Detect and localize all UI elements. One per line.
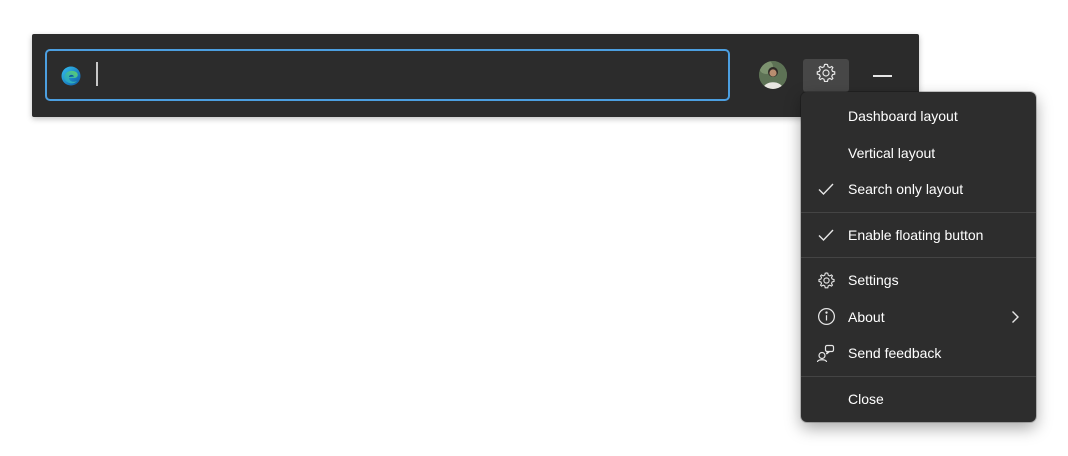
menu-item-dashboard-layout[interactable]: Dashboard layout <box>801 98 1036 135</box>
menu-item-send-feedback[interactable]: Send feedback <box>801 335 1036 372</box>
minimize-icon <box>872 74 892 77</box>
feedback-icon <box>815 342 837 364</box>
menu-item-label: Search only layout <box>848 181 964 198</box>
app-stage: Dashboard layout Vertical layout Search … <box>0 0 1068 456</box>
menu-item-settings[interactable]: Settings <box>801 262 1036 299</box>
checkmark-icon <box>815 224 837 246</box>
menu-item-label: Close <box>848 390 884 407</box>
edge-logo-icon <box>61 66 81 86</box>
menu-item-search-only-layout[interactable]: Search only layout <box>801 171 1036 208</box>
text-caret <box>96 62 98 86</box>
menu-divider <box>801 375 1036 377</box>
avatar[interactable] <box>759 61 787 89</box>
gear-icon <box>815 62 837 89</box>
settings-menu: Dashboard layout Vertical layout Search … <box>801 92 1036 422</box>
minimize-button[interactable] <box>862 59 902 92</box>
search-input[interactable] <box>93 59 717 93</box>
menu-item-label: Enable floating button <box>848 226 984 243</box>
info-icon <box>815 306 837 328</box>
menu-item-close[interactable]: Close <box>801 381 1036 418</box>
chevron-right-icon <box>1008 310 1022 324</box>
menu-item-label: Send feedback <box>848 345 942 362</box>
settings-button[interactable] <box>803 59 849 92</box>
menu-item-vertical-layout[interactable]: Vertical layout <box>801 135 1036 172</box>
gear-icon <box>815 269 837 291</box>
menu-item-label: About <box>848 308 885 325</box>
search-bar <box>32 34 919 117</box>
menu-item-label: Settings <box>848 272 899 289</box>
search-box[interactable] <box>45 49 730 101</box>
menu-item-label: Dashboard layout <box>848 108 958 125</box>
menu-item-about[interactable]: About <box>801 299 1036 336</box>
menu-item-label: Vertical layout <box>848 144 936 161</box>
menu-divider <box>801 257 1036 258</box>
menu-item-enable-floating-button[interactable]: Enable floating button <box>801 217 1036 254</box>
menu-divider <box>801 211 1036 213</box>
checkmark-icon <box>815 178 837 200</box>
